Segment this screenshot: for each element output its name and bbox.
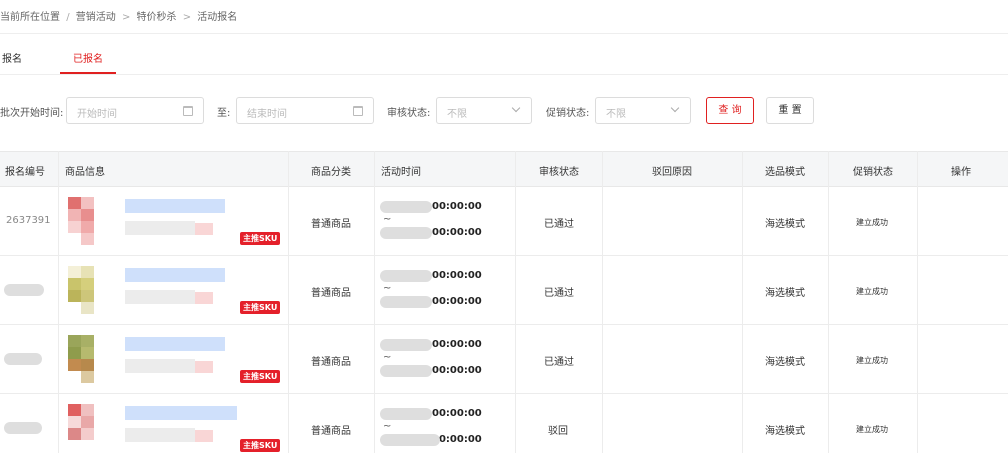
product-thumbnail [68, 404, 108, 453]
tab-bar: 报名 已报名 [0, 50, 1008, 74]
reset-button[interactable]: 重 置 [766, 97, 814, 124]
product-subtitle-redacted [125, 290, 195, 304]
main-sku-badge: 主推SKU [240, 301, 281, 314]
redacted-date [380, 434, 440, 446]
tab-signup[interactable]: 报名 [2, 50, 22, 74]
product-thumbnail [68, 266, 108, 316]
column-header-promo: 促销状态 [853, 167, 893, 178]
product-category: 普通商品 [311, 288, 351, 299]
breadcrumb-separator: > [182, 12, 192, 23]
selection-mode: 海选模式 [765, 219, 805, 230]
column-header-product: 商品信息 [65, 167, 105, 178]
start-time-label: 批次开始时间: [0, 108, 64, 119]
table-row: 主推SKU 普通商品 00:00:00 ~ 00:00:00 已通过 海选模式 … [0, 325, 1008, 394]
activity-start-time: 00:00:00 [432, 339, 482, 350]
product-subtitle-redacted [125, 359, 195, 373]
table-row: 主推SKU 普通商品 00:00:00 ~ 00:00:00 已通过 海选模式 … [0, 256, 1008, 325]
redacted-date [380, 365, 432, 377]
product-thumbnail [68, 335, 108, 385]
calendar-icon [183, 106, 193, 116]
promo-status-value: 不限 [606, 109, 626, 120]
audit-status: 已通过 [544, 357, 574, 368]
product-price-redacted [195, 223, 213, 235]
tab-signed-up[interactable]: 已报名 [60, 50, 116, 74]
chevron-down-icon [511, 103, 521, 113]
promo-status-label: 促销状态: [546, 108, 590, 119]
breadcrumb-item-flash-sale[interactable]: 特价秒杀 [137, 12, 177, 23]
start-time-input[interactable]: 开始时间 [66, 97, 204, 124]
activity-time-separator: ~ [383, 421, 392, 432]
column-header-audit: 审核状态 [539, 167, 579, 178]
promo-status: 建立成功 [856, 356, 888, 365]
column-header-time: 活动时间 [381, 167, 421, 178]
product-price-redacted [195, 430, 213, 442]
product-price-redacted [195, 361, 213, 373]
table-row: 主推SKU 普通商品 00:00:00 ~ 00:00:00 驳回 海选模式 建… [0, 394, 1008, 453]
product-title-redacted [125, 337, 225, 351]
redacted-signup-id [4, 284, 44, 296]
product-title-redacted [125, 268, 225, 282]
main-sku-badge: 主推SKU [240, 370, 281, 383]
audit-status: 已通过 [544, 288, 574, 299]
divider [0, 33, 1008, 34]
audit-status: 驳回 [548, 426, 568, 437]
product-category: 普通商品 [311, 426, 351, 437]
audit-status-label: 审核状态: [387, 108, 431, 119]
promo-status-select[interactable]: 不限 [595, 97, 691, 124]
table-row: 2637391 主推SKU 普通商品 00:00:00 ~ 00:00:00 已… [0, 187, 1008, 256]
product-title-redacted [125, 199, 225, 213]
audit-status: 已通过 [544, 219, 574, 230]
breadcrumb-prefix: 当前所在位置 [0, 12, 60, 23]
calendar-icon [353, 106, 363, 116]
column-header-reason: 驳回原因 [652, 167, 692, 178]
start-time-placeholder: 开始时间 [77, 109, 117, 120]
to-label: 至: [217, 108, 231, 119]
filter-bar: 批次开始时间: 开始时间 至: 结束时间 审核状态: 不限 促销状态: 不限 查… [0, 97, 1008, 124]
product-price-redacted [195, 292, 213, 304]
selection-mode: 海选模式 [765, 357, 805, 368]
promo-status: 建立成功 [856, 218, 888, 227]
product-thumbnail [68, 197, 108, 247]
promo-status: 建立成功 [856, 425, 888, 434]
activity-time-separator: ~ [383, 214, 392, 225]
main-sku-badge: 主推SKU [240, 439, 281, 452]
main-sku-badge: 主推SKU [240, 232, 281, 245]
signup-id: 2637391 [6, 215, 51, 226]
column-header-action: 操作 [951, 167, 971, 178]
divider [0, 74, 1008, 75]
product-title-redacted [125, 406, 237, 420]
redacted-date [380, 227, 432, 239]
activity-start-time: 00:00:00 [432, 201, 482, 212]
selection-mode: 海选模式 [765, 426, 805, 437]
column-header-category: 商品分类 [311, 167, 351, 178]
redacted-signup-id [4, 353, 42, 365]
breadcrumb-item-marketing[interactable]: 营销活动 [76, 12, 116, 23]
end-time-input[interactable]: 结束时间 [236, 97, 374, 124]
promo-status: 建立成功 [856, 287, 888, 296]
query-button[interactable]: 查 询 [706, 97, 754, 124]
activity-start-time: 00:00:00 [432, 408, 482, 419]
redacted-date [380, 296, 432, 308]
breadcrumb: 当前所在位置 / 营销活动 > 特价秒杀 > 活动报名 [0, 8, 238, 23]
product-subtitle-redacted [125, 221, 195, 235]
product-category: 普通商品 [311, 357, 351, 368]
chevron-down-icon [670, 103, 680, 113]
table-header: 报名编号 商品信息 商品分类 活动时间 审核状态 驳回原因 选品模式 促销状态 … [0, 151, 1008, 187]
audit-status-value: 不限 [447, 109, 467, 120]
product-subtitle-redacted [125, 428, 195, 442]
breadcrumb-separator: > [121, 12, 131, 23]
breadcrumb-item-signup: 活动报名 [197, 12, 238, 23]
activity-start-time: 00:00:00 [432, 270, 482, 281]
redacted-signup-id [4, 422, 42, 434]
product-category: 普通商品 [311, 219, 351, 230]
activity-time-separator: ~ [383, 283, 392, 294]
selection-mode: 海选模式 [765, 288, 805, 299]
breadcrumb-separator: / [66, 12, 70, 23]
end-time-placeholder: 结束时间 [247, 109, 287, 120]
column-header-mode: 选品模式 [765, 167, 805, 178]
column-header-id: 报名编号 [5, 167, 45, 178]
activity-time-separator: ~ [383, 352, 392, 363]
audit-status-select[interactable]: 不限 [436, 97, 532, 124]
